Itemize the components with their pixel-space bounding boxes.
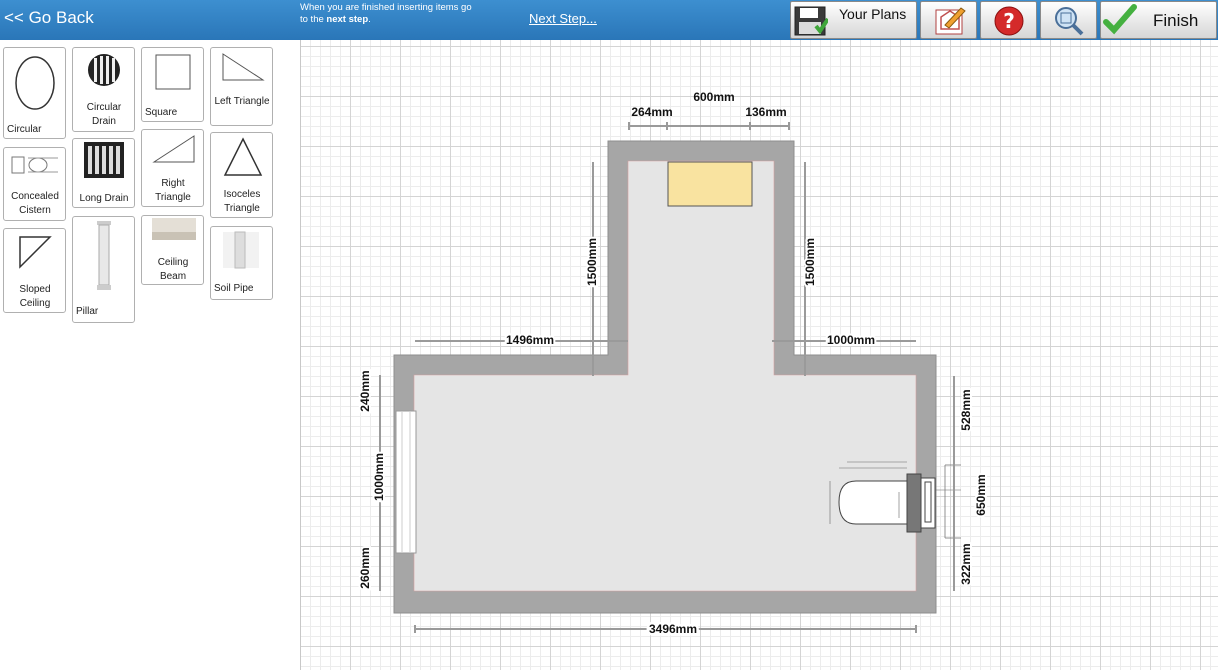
dim-right-item: 650mm bbox=[974, 474, 988, 515]
dim-left-upper-wall: 1500mm bbox=[585, 238, 599, 286]
dim-top-left-offset: 264mm bbox=[631, 105, 672, 119]
your-plans-button[interactable]: Your Plans bbox=[790, 1, 917, 39]
item-circular[interactable]: Circular bbox=[3, 47, 66, 139]
edit-plan-icon bbox=[935, 7, 966, 35]
pillar-icon bbox=[97, 221, 111, 290]
left-triangle-icon bbox=[222, 53, 265, 81]
item-square[interactable]: Square bbox=[141, 47, 204, 122]
instruction-text: When you are finished inserting items go… bbox=[300, 2, 510, 26]
concealed-cistern-icon bbox=[11, 156, 58, 174]
dim-right-step: 1000mm bbox=[827, 333, 875, 347]
item-label: Sloped Ceiling bbox=[19, 284, 51, 309]
item-long-drain[interactable]: Long Drain bbox=[72, 138, 135, 208]
item-ceiling-beam[interactable]: Ceiling Beam bbox=[141, 215, 204, 285]
go-back-link[interactable]: << Go Back bbox=[4, 8, 94, 28]
item-label: Circular bbox=[7, 124, 42, 135]
item-label: Isoceles Triangle bbox=[223, 189, 261, 214]
zoom-button[interactable] bbox=[1040, 1, 1097, 39]
circular-drain-icon bbox=[88, 54, 120, 86]
dim-left-window: 1000mm bbox=[372, 453, 386, 501]
floor-plan[interactable]: 600mm 264mm 136mm 1500mm 1500mm 1496mm 1… bbox=[301, 40, 1218, 670]
checkmark-icon bbox=[1103, 4, 1137, 35]
item-circular-drain[interactable]: Circular Drain bbox=[72, 47, 135, 132]
finish-button[interactable]: Finish bbox=[1100, 1, 1217, 39]
instruction-line-2-suffix: . bbox=[368, 14, 371, 25]
dim-left-step: 1496mm bbox=[506, 333, 554, 347]
floor-plan-canvas[interactable]: 600mm 264mm 136mm 1500mm 1500mm 1496mm 1… bbox=[301, 40, 1218, 670]
item-label: Soil Pipe bbox=[214, 283, 254, 294]
item-right-triangle[interactable]: Right Triangle bbox=[141, 129, 204, 207]
square-icon bbox=[155, 54, 191, 90]
item-pillar[interactable]: Pillar bbox=[72, 216, 135, 323]
item-label: Square bbox=[145, 107, 178, 118]
item-sloped-ceiling[interactable]: Sloped Ceiling bbox=[3, 228, 66, 313]
edit-plan-button[interactable] bbox=[920, 1, 977, 39]
item-left-triangle[interactable]: Left Triangle bbox=[210, 47, 273, 126]
isoceles-triangle-icon bbox=[223, 137, 263, 176]
circular-icon bbox=[15, 56, 55, 110]
finish-label: Finish bbox=[1153, 11, 1199, 30]
item-label: Pillar bbox=[76, 306, 99, 317]
item-label: Ceiling Beam bbox=[157, 257, 189, 282]
item-palette: Circular Concealed Cistern Sloped Ceilin… bbox=[0, 40, 301, 670]
dim-right-bottom: 322mm bbox=[959, 543, 973, 584]
dim-left-top: 240mm bbox=[358, 370, 372, 411]
dim-top-right-offset: 136mm bbox=[745, 105, 786, 119]
long-drain-icon bbox=[84, 142, 124, 178]
top-bar: << Go Back When you are finished inserti… bbox=[0, 0, 1218, 40]
item-label: Long Drain bbox=[79, 193, 129, 204]
dim-right-upper-wall: 1500mm bbox=[803, 238, 817, 286]
instruction-line-1: When you are finished inserting items go bbox=[300, 2, 472, 13]
floppy-disk-icon bbox=[794, 6, 828, 36]
right-triangle-icon bbox=[152, 135, 195, 163]
next-step-link[interactable]: Next Step... bbox=[529, 11, 597, 26]
dim-left-bottom: 260mm bbox=[358, 547, 372, 588]
help-button[interactable]: ? bbox=[980, 1, 1037, 39]
item-label: Circular Drain bbox=[86, 102, 122, 127]
item-label: Left Triangle bbox=[214, 96, 270, 107]
item-concealed-cistern[interactable]: Concealed Cistern bbox=[3, 147, 66, 221]
help-icon: ? bbox=[994, 6, 1024, 36]
placed-item-rectangle[interactable] bbox=[667, 161, 753, 207]
item-isoceles-triangle[interactable]: Isoceles Triangle bbox=[210, 132, 273, 218]
item-label: Right Triangle bbox=[155, 178, 191, 203]
ceiling-beam-icon bbox=[152, 218, 196, 240]
dim-bottom-overall: 3496mm bbox=[649, 622, 697, 636]
svg-text:?: ? bbox=[1003, 9, 1015, 33]
item-label: Concealed Cistern bbox=[11, 191, 59, 216]
instruction-next-step-bold: next step bbox=[326, 14, 369, 25]
zoom-icon bbox=[1055, 7, 1084, 36]
room-floor bbox=[413, 160, 917, 592]
instruction-line-2-prefix: to the bbox=[300, 14, 327, 25]
dim-top-overall: 600mm bbox=[693, 90, 734, 104]
soil-pipe-icon bbox=[223, 231, 259, 269]
sloped-ceiling-icon bbox=[19, 236, 52, 269]
dim-right-top: 528mm bbox=[959, 389, 973, 430]
left-wall-window[interactable] bbox=[395, 410, 417, 554]
item-soil-pipe[interactable]: Soil Pipe bbox=[210, 226, 273, 300]
your-plans-label: Your Plans bbox=[839, 6, 907, 22]
